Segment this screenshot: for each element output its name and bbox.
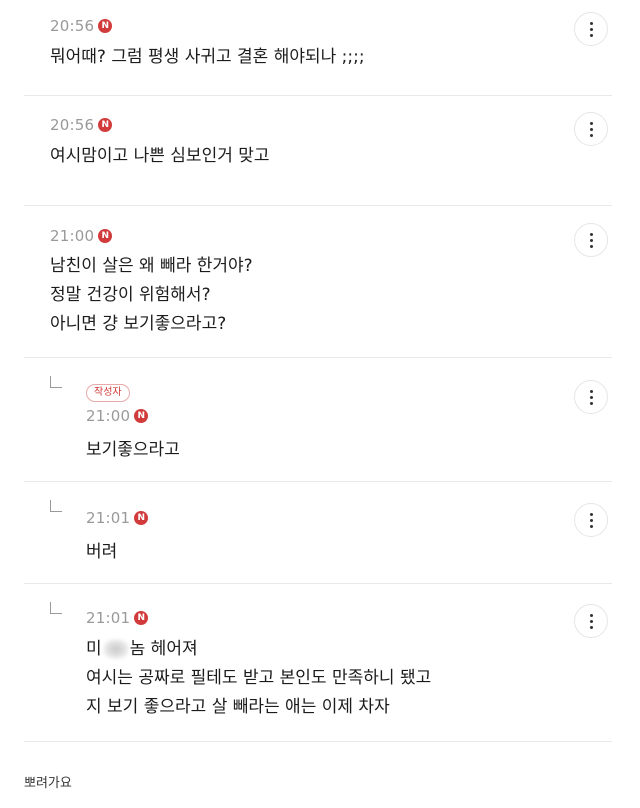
comment-meta: 20:56 N [50, 16, 612, 36]
comment-body: 미 놈 헤어져 여시는 공짜로 필테도 받고 본인도 만족하니 됐고 지 보기 좋… [86, 635, 612, 722]
comment-time: 20:56 [50, 17, 95, 35]
more-vertical-icon [589, 613, 593, 617]
comment-meta: 21:00 N [86, 406, 612, 426]
more-vertical-icon-dot [589, 619, 593, 623]
comment-time: 21:01 [86, 609, 131, 627]
blurred-text [102, 639, 129, 659]
comment-text: 여시맘이고 나쁜 심보인거 맞고 [50, 146, 270, 166]
more-vertical-icon-dot [589, 625, 593, 629]
more-vertical-icon-dot [589, 27, 593, 31]
comment-list: 20:56 N 뭐어때? 그럼 평생 사귀고 결혼 해야되나 ;;;; 20:5… [0, 0, 640, 742]
comment-text-suffix: 놈 헤어져 [129, 639, 198, 659]
author-badge: 작성자 [86, 384, 130, 402]
more-vertical-icon [589, 121, 593, 125]
reply-arrow-icon [50, 602, 62, 614]
comment-text: 미 놈 헤어져 [86, 635, 612, 664]
comment-text: 아니면 걍 보기좋으라고? [50, 314, 227, 334]
comment-time: 20:56 [50, 116, 95, 134]
comment-text: 보기좋으라고 [86, 440, 180, 460]
new-badge-icon: N [134, 611, 149, 625]
new-badge-icon: N [134, 409, 149, 423]
comment-time: 21:00 [86, 407, 131, 425]
reply-arrow-icon [50, 500, 62, 512]
comment-meta: 20:56 N [50, 115, 612, 135]
more-vertical-icon-dot [589, 33, 593, 37]
new-badge-icon: N [98, 229, 113, 243]
new-badge-icon: N [98, 118, 113, 132]
more-options-button[interactable] [574, 223, 608, 257]
comment-item: 20:56 N 뭐어때? 그럼 평생 사귀고 결혼 해야되나 ;;;; [24, 0, 612, 96]
comment-text: 남친이 살은 왜 빼라 한거야? [50, 256, 253, 276]
more-vertical-icon-dot [589, 244, 593, 248]
more-vertical-icon-dot [589, 524, 593, 528]
reply-item: 작성자 21:00 N 보기좋으라고 [24, 358, 612, 482]
new-badge-icon: N [98, 19, 113, 33]
comment-text-prefix: 미 [86, 639, 102, 659]
comment-body: 여시맘이고 나쁜 심보인거 맞고 [50, 142, 612, 171]
reply-item: 21:01 N 미 놈 헤어져 여시는 공짜로 필테도 받고 본인도 만족하니 됐… [24, 584, 612, 742]
comment-text: 여시는 공짜로 필테도 받고 본인도 만족하니 됐고 [86, 668, 432, 688]
more-vertical-icon [589, 21, 593, 25]
more-vertical-icon [589, 232, 593, 236]
comment-item: 20:56 N 여시맘이고 나쁜 심보인거 맞고 [24, 96, 612, 206]
reply-item: 21:01 N 버려 [24, 482, 612, 584]
more-vertical-icon-dot [589, 133, 593, 137]
new-badge-icon: N [134, 511, 149, 525]
comment-text: 정말 건강이 위험해서? [50, 285, 211, 305]
more-vertical-icon [589, 389, 593, 393]
comment-body: 뭐어때? 그럼 평생 사귀고 결혼 해야되나 ;;;; [50, 43, 612, 72]
more-vertical-icon-dot [589, 518, 593, 522]
more-options-button[interactable] [574, 112, 608, 146]
comment-body: 남친이 살은 왜 빼라 한거야? 정말 건강이 위험해서? 아니면 걍 보기좋으… [50, 252, 612, 339]
more-vertical-icon-dot [589, 238, 593, 242]
more-options-button[interactable] [574, 503, 608, 537]
comment-meta: 21:01 N [86, 508, 612, 528]
reply-arrow-icon [50, 376, 62, 388]
comment-meta: 21:00 N [50, 226, 612, 246]
comment-time: 21:01 [86, 509, 131, 527]
more-options-button[interactable] [574, 604, 608, 638]
footer-caption: 뽀려가요 [24, 776, 72, 791]
comment-text: 버려 [86, 542, 118, 562]
comment-time: 21:00 [50, 227, 95, 245]
more-options-button[interactable] [574, 12, 608, 46]
more-vertical-icon [589, 512, 593, 516]
more-options-button[interactable] [574, 380, 608, 414]
more-vertical-icon-dot [589, 395, 593, 399]
comment-text: 뭐어때? 그럼 평생 사귀고 결혼 해야되나 ;;;; [50, 47, 365, 67]
comment-meta: 21:01 N [86, 608, 612, 628]
comment-text: 지 보기 좋으라고 살 빼라는 애는 이제 차자 [86, 697, 390, 717]
more-vertical-icon-dot [589, 127, 593, 131]
more-vertical-icon-dot [589, 401, 593, 405]
comment-item: 21:00 N 남친이 살은 왜 빼라 한거야? 정말 건강이 위험해서? 아니… [24, 206, 612, 358]
comment-body: 보기좋으라고 [86, 436, 612, 465]
comment-body: 버려 [86, 538, 612, 567]
